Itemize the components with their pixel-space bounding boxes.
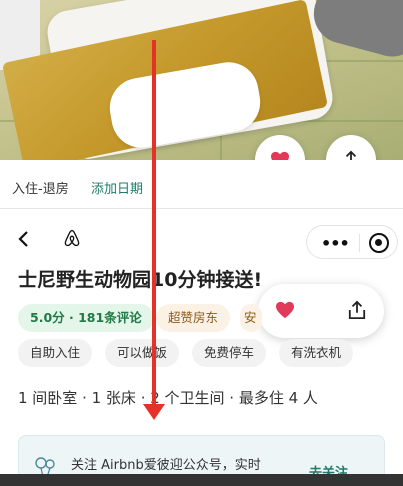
feature-tag: 自助入住	[18, 339, 93, 367]
floating-actions	[258, 284, 384, 338]
mini-program-navbar: •••	[0, 208, 403, 266]
screen: 入住-退房 添加日期 ••• 士尼野生动物园10分钟接送! 5.0分 · 181…	[0, 0, 403, 486]
share-icon[interactable]	[348, 300, 366, 320]
banner-text: 关注 Airbnb爱彼迎公众号，实时	[71, 458, 261, 473]
annotation-arrow-head	[143, 404, 165, 420]
feature-tag: 可以做饭	[105, 339, 180, 367]
feature-tag: 有洗衣机	[279, 339, 354, 367]
checkin-label: 入住-退房	[12, 182, 69, 197]
checkin-row[interactable]: 入住-退房 添加日期	[0, 160, 403, 208]
chevron-left-icon[interactable]	[14, 229, 34, 249]
capsule-menu: •••	[306, 225, 398, 259]
more-dots-icon[interactable]: •••	[321, 234, 350, 253]
heart-icon[interactable]	[275, 301, 295, 319]
superhost-badge: 超赞房东	[156, 304, 231, 332]
partial-badge: 安	[240, 304, 262, 332]
bottom-strip	[0, 474, 403, 486]
target-circle-icon[interactable]	[369, 233, 389, 253]
rating-badge[interactable]: 5.0分 · 181条评论	[18, 304, 154, 332]
annotation-arrow-line	[152, 40, 156, 410]
room-info: 1 间卧室 · 1 张床 · 2 个卫生间 · 最多住 4 人	[18, 389, 318, 407]
listing-title: 士尼野生动物园10分钟接送!	[18, 269, 263, 291]
feature-tag: 免费停车	[192, 339, 267, 367]
airbnb-logo-icon	[64, 229, 80, 247]
add-date-link[interactable]: 添加日期	[91, 178, 143, 197]
